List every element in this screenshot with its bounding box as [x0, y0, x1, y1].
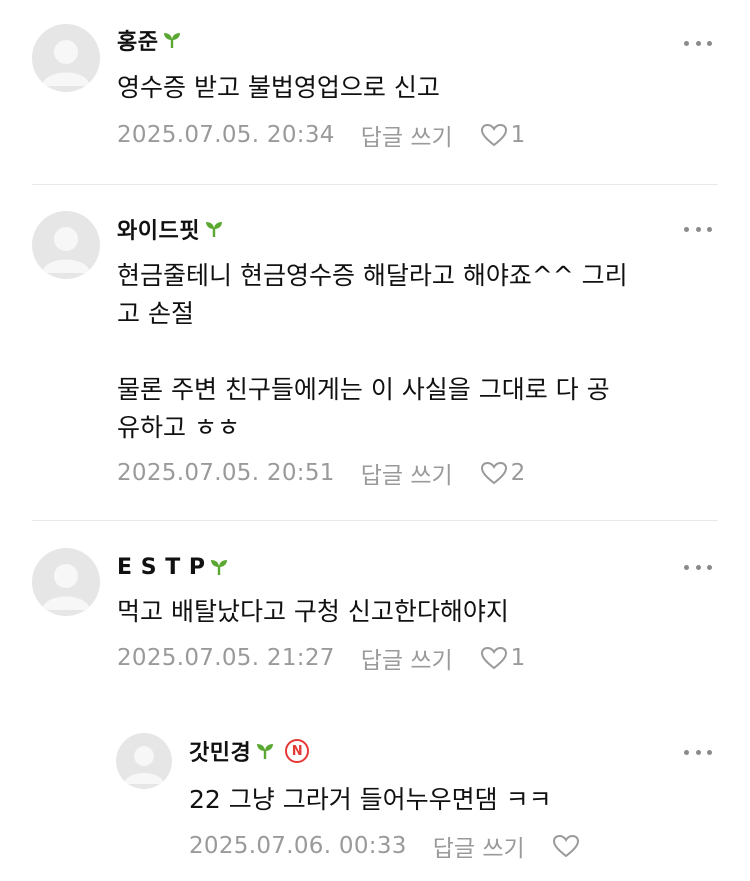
reply-button[interactable]: 답글 쓰기	[433, 829, 525, 863]
sprout-icon	[255, 742, 275, 760]
like-button[interactable]: 1	[479, 122, 526, 148]
like-count: 1	[510, 645, 526, 671]
avatar[interactable]	[32, 211, 100, 279]
heart-icon	[552, 834, 579, 858]
more-options-icon[interactable]	[684, 747, 712, 757]
nickname[interactable]: 와이드핏	[117, 213, 200, 245]
like-button[interactable]	[551, 833, 583, 859]
new-badge: N	[285, 739, 310, 763]
like-button[interactable]: 2	[479, 460, 526, 486]
heart-icon	[480, 646, 507, 670]
avatar[interactable]	[32, 548, 100, 616]
comment-text: 현금줄테니 현금영수증 해달라고 해야죠^^ 그리 고 손절 물론 주변 친구들…	[117, 261, 628, 442]
sprout-icon	[204, 220, 224, 238]
nickname[interactable]: 갓민경	[189, 735, 251, 767]
reply-item: 갓민경 N 22 그냥 그라거 들어누우면댐 ㅋㅋ 2025.07.06. 00…	[0, 701, 750, 881]
default-profile-icon	[124, 746, 164, 785]
reply-button[interactable]: 답글 쓰기	[361, 456, 453, 490]
more-options-icon[interactable]	[684, 224, 712, 234]
comment-item: 와이드핏 현금줄테니 현금영수증 해달라고 해야죠^^ 그리 고 손절 물론 주…	[0, 185, 750, 521]
reply-button[interactable]: 답글 쓰기	[361, 641, 453, 675]
heart-icon	[480, 461, 507, 485]
sprout-icon	[162, 31, 182, 49]
comment-date: 2025.07.05. 20:34	[117, 122, 335, 148]
comment-text: 먹고 배탈났다고 구청 신고한다해야지	[117, 597, 509, 626]
default-profile-icon	[42, 564, 90, 610]
nickname[interactable]: 홍준	[117, 24, 158, 56]
comment-item: E S T P 먹고 배탈났다고 구청 신고한다해야지 2025.07.05. …	[0, 521, 750, 701]
avatar[interactable]	[32, 24, 100, 92]
default-profile-icon	[42, 40, 90, 86]
comment-text: 22 그냥 그라거 들어누우면댐 ㅋㅋ	[189, 785, 552, 814]
heart-icon	[480, 123, 507, 147]
like-count: 1	[510, 122, 526, 148]
default-profile-icon	[42, 227, 90, 273]
comment-date: 2025.07.05. 20:51	[117, 460, 335, 486]
nickname[interactable]: E S T P	[117, 555, 205, 580]
comment-text: 영수증 받고 불법영업으로 신고	[117, 73, 440, 102]
more-options-icon[interactable]	[684, 38, 712, 48]
like-button[interactable]: 1	[479, 645, 526, 671]
comment-item: 홍준 영수증 받고 불법영업으로 신고 2025.07.05. 20:34 답글…	[0, 0, 750, 185]
sprout-icon	[209, 558, 229, 576]
reply-button[interactable]: 답글 쓰기	[361, 118, 453, 152]
like-count: 2	[510, 460, 526, 486]
comment-date: 2025.07.06. 00:33	[189, 833, 407, 859]
avatar[interactable]	[116, 733, 172, 789]
comment-date: 2025.07.05. 21:27	[117, 645, 335, 671]
more-options-icon[interactable]	[684, 562, 712, 572]
